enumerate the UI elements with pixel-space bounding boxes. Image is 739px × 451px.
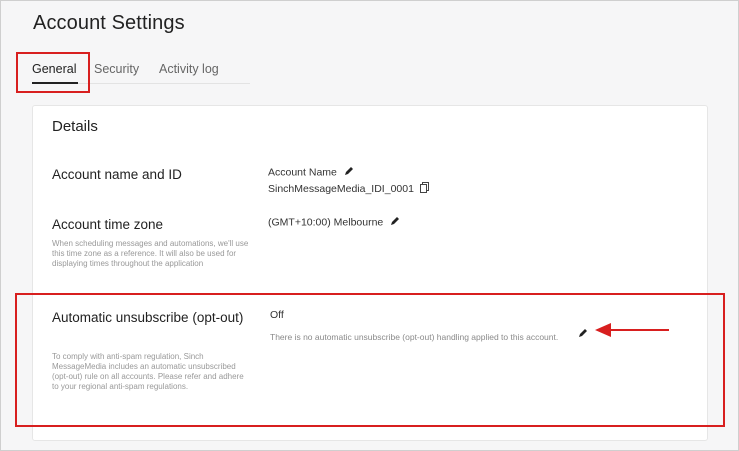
account-id-value-row: SinchMessageMedia_IDI_0001: [268, 182, 429, 196]
app-window: Account Settings General Security Activi…: [0, 0, 739, 451]
arrow-left-icon: [593, 321, 671, 344]
pencil-icon[interactable]: [344, 166, 354, 179]
account-id-value: SinchMessageMedia_IDI_0001: [268, 182, 414, 195]
pencil-icon[interactable]: [390, 216, 400, 229]
tab-highlight-box: [16, 52, 90, 93]
page-title: Account Settings: [33, 12, 185, 34]
details-heading: Details: [52, 118, 98, 135]
time-zone-value-row: (GMT+10:00) Melbourne: [268, 216, 400, 229]
auto-unsubscribe-highlight-box: [15, 293, 725, 427]
account-name-label: Account name and ID: [52, 167, 182, 182]
tab-security[interactable]: Security: [94, 62, 139, 76]
account-name-value: Account Name: [268, 166, 337, 179]
copy-icon[interactable]: [419, 182, 429, 196]
tab-divider: [78, 83, 250, 84]
time-zone-value: (GMT+10:00) Melbourne: [268, 216, 384, 229]
time-zone-help: When scheduling messages and automations…: [52, 239, 249, 268]
account-name-value-row: Account Name: [268, 166, 354, 179]
time-zone-label: Account time zone: [52, 217, 164, 232]
tab-activity-log[interactable]: Activity log: [159, 62, 219, 76]
